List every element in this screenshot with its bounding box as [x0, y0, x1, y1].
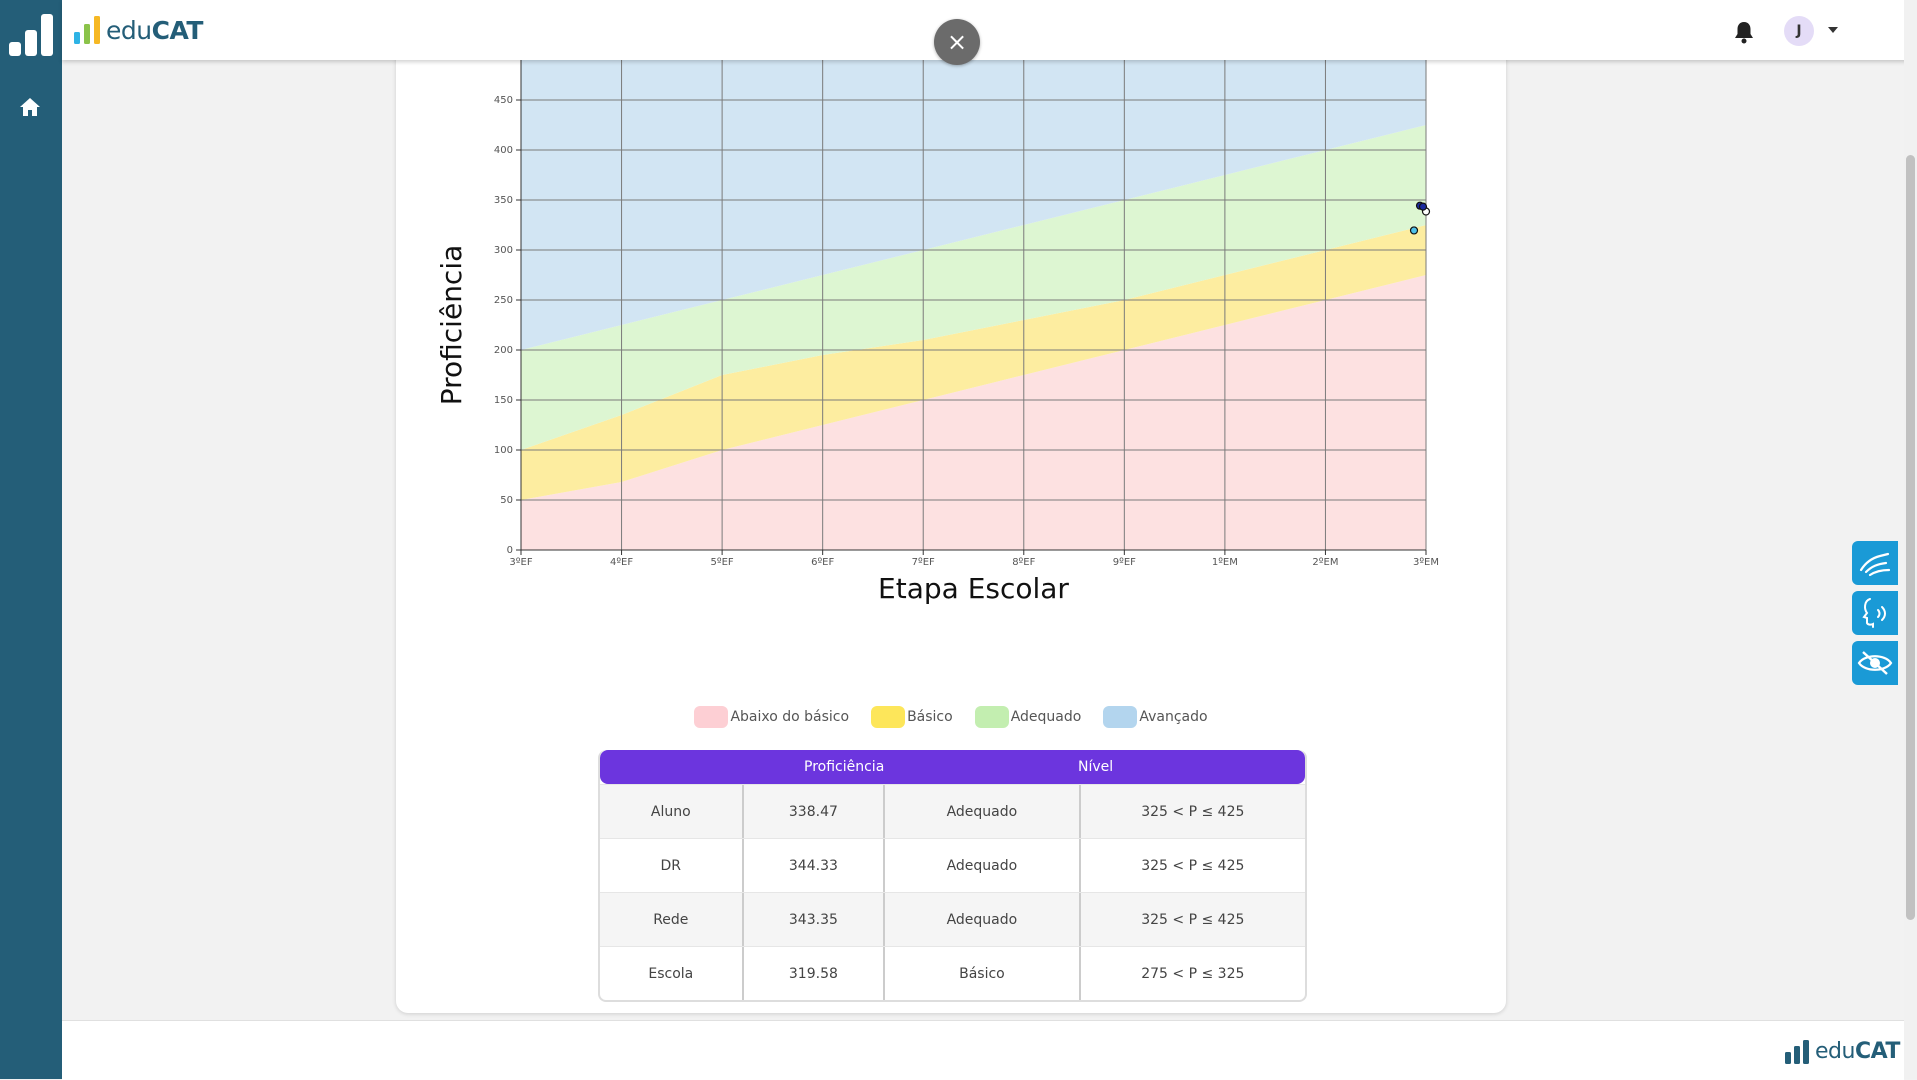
brand-bars-icon [74, 16, 100, 44]
header-nivel: Nível [1078, 759, 1114, 775]
table-row: Aluno 338.47 Adequado 325 < P ≤ 425 [600, 784, 1305, 838]
level-name: Adequado [883, 785, 1078, 838]
legend-label: Abaixo do básico [730, 709, 850, 725]
legend-swatch [694, 706, 729, 728]
legend-item[interactable]: Abaixo do básico [694, 706, 849, 728]
sidebar [0, 0, 62, 1079]
app-logo-icon [9, 14, 53, 56]
voice-reader-button[interactable] [1852, 591, 1898, 635]
proficiency-card: 0 50 100 150 200 250 300 350 400 450 3ºEF 4ºEF 5ºEF 6… [396, 40, 1506, 1013]
x-tick-label: 2ºEM [1312, 557, 1338, 568]
proficiency-chart: 0 50 100 150 200 250 300 350 400 450 3ºEF 4ºEF 5ºEF 6… [435, 60, 1439, 605]
legend-label: Adequado [1010, 709, 1082, 725]
x-tick-label: 1ºEM [1212, 557, 1238, 568]
table-body: Aluno 338.47 Adequado 325 < P ≤ 425 DR 344.33… [600, 784, 1305, 1000]
x-tick-label: 8ºEF [1012, 557, 1035, 568]
level-name: Adequado [883, 839, 1078, 892]
x-tick-label: 3ºEF [509, 557, 532, 568]
row-label: Escola [648, 965, 694, 982]
top-navbar: eduCAT J [62, 0, 1917, 60]
brand-name: eduCAT [106, 15, 203, 45]
table-header: Proficiência Nível [600, 750, 1305, 784]
x-tick-label: 7ºEF [912, 557, 935, 568]
level-range: 325 < P ≤ 425 [1078, 893, 1305, 946]
legend-label: Básico [907, 709, 953, 725]
row-label: Aluno [650, 803, 691, 820]
x-axis-title: Etapa Escolar [878, 572, 1069, 605]
y-tick-label: 250 [494, 295, 513, 306]
y-tick-label: 450 [494, 95, 513, 106]
visibility-icon [1857, 651, 1893, 675]
footer-brand-name: eduCAT [1815, 1039, 1900, 1064]
x-tick-label: 9ºEF [1113, 557, 1136, 568]
y-tick-label: 300 [494, 245, 513, 256]
y-tick-label: 150 [494, 395, 513, 406]
sign-language-button[interactable] [1852, 541, 1898, 585]
brand-logo[interactable]: eduCAT [74, 14, 203, 46]
results-table: Proficiência Nível Aluno 338.47 Adequado 32… [598, 750, 1307, 1002]
table-row: DR 344.33 Adequado 325 < P ≤ 425 [600, 838, 1305, 892]
chart-legend: Abaixo do básico Básico Adequado Avançado [396, 706, 1506, 728]
level-range: 275 < P ≤ 325 [1078, 947, 1305, 1000]
y-tick-label: 0 [507, 545, 513, 556]
x-tick-label: 4ºEF [610, 557, 633, 568]
footer: eduCAT [62, 1020, 1904, 1080]
legend-item[interactable]: Básico [871, 706, 953, 728]
sign-language-icon [1859, 552, 1891, 577]
row-label: DR [660, 857, 682, 874]
y-tick-label: 100 [494, 445, 513, 456]
x-tick-label: 5ºEF [711, 557, 734, 568]
legend-swatch [871, 706, 906, 728]
voice-reader-icon [1862, 598, 1886, 628]
x-tick-label: 6ºEF [811, 557, 834, 568]
bell-icon[interactable] [1733, 20, 1755, 44]
proficiency-value: 319.58 [741, 947, 884, 1000]
visibility-button[interactable] [1852, 641, 1898, 685]
level-range: 325 < P ≤ 425 [1078, 839, 1305, 892]
scroll-thumb[interactable] [1906, 155, 1915, 920]
data-point-escola[interactable] [1409, 226, 1419, 235]
header-proficiencia: Proficiência [804, 759, 885, 775]
y-tick-label: 400 [494, 145, 513, 156]
close-button[interactable]: × [934, 19, 980, 65]
footer-logo: eduCAT [1785, 1039, 1900, 1064]
proficiency-value: 338.47 [741, 785, 884, 838]
data-point-rede[interactable] [1418, 202, 1428, 211]
level-range: 325 < P ≤ 425 [1078, 785, 1305, 838]
x-tick-label: 3ºEM [1413, 557, 1439, 568]
brand-bars-icon [1785, 1039, 1809, 1064]
chevron-down-icon[interactable] [1828, 27, 1838, 33]
proficiency-value: 343.35 [741, 893, 884, 946]
home-icon[interactable] [19, 96, 41, 118]
legend-label: Avançado [1139, 709, 1208, 725]
legend-item[interactable]: Adequado [974, 706, 1082, 728]
scrollbar[interactable] [1904, 0, 1917, 1079]
user-avatar[interactable]: J [1784, 16, 1814, 46]
level-name: Adequado [883, 893, 1078, 946]
proficiency-value: 344.33 [741, 839, 884, 892]
y-axis-title: Proficiência [435, 245, 468, 406]
y-tick-label: 350 [494, 195, 513, 206]
y-tick-label: 200 [494, 345, 513, 356]
table-row: Rede 343.35 Adequado 325 < P ≤ 425 [600, 892, 1305, 946]
legend-swatch [1103, 706, 1138, 728]
y-tick-label: 50 [500, 495, 513, 506]
level-name: Básico [883, 947, 1078, 1000]
legend-swatch [974, 706, 1009, 728]
row-label: Rede [653, 911, 689, 928]
legend-item[interactable]: Avançado [1103, 706, 1208, 728]
table-row: Escola 319.58 Básico 275 < P ≤ 325 [600, 946, 1305, 1000]
